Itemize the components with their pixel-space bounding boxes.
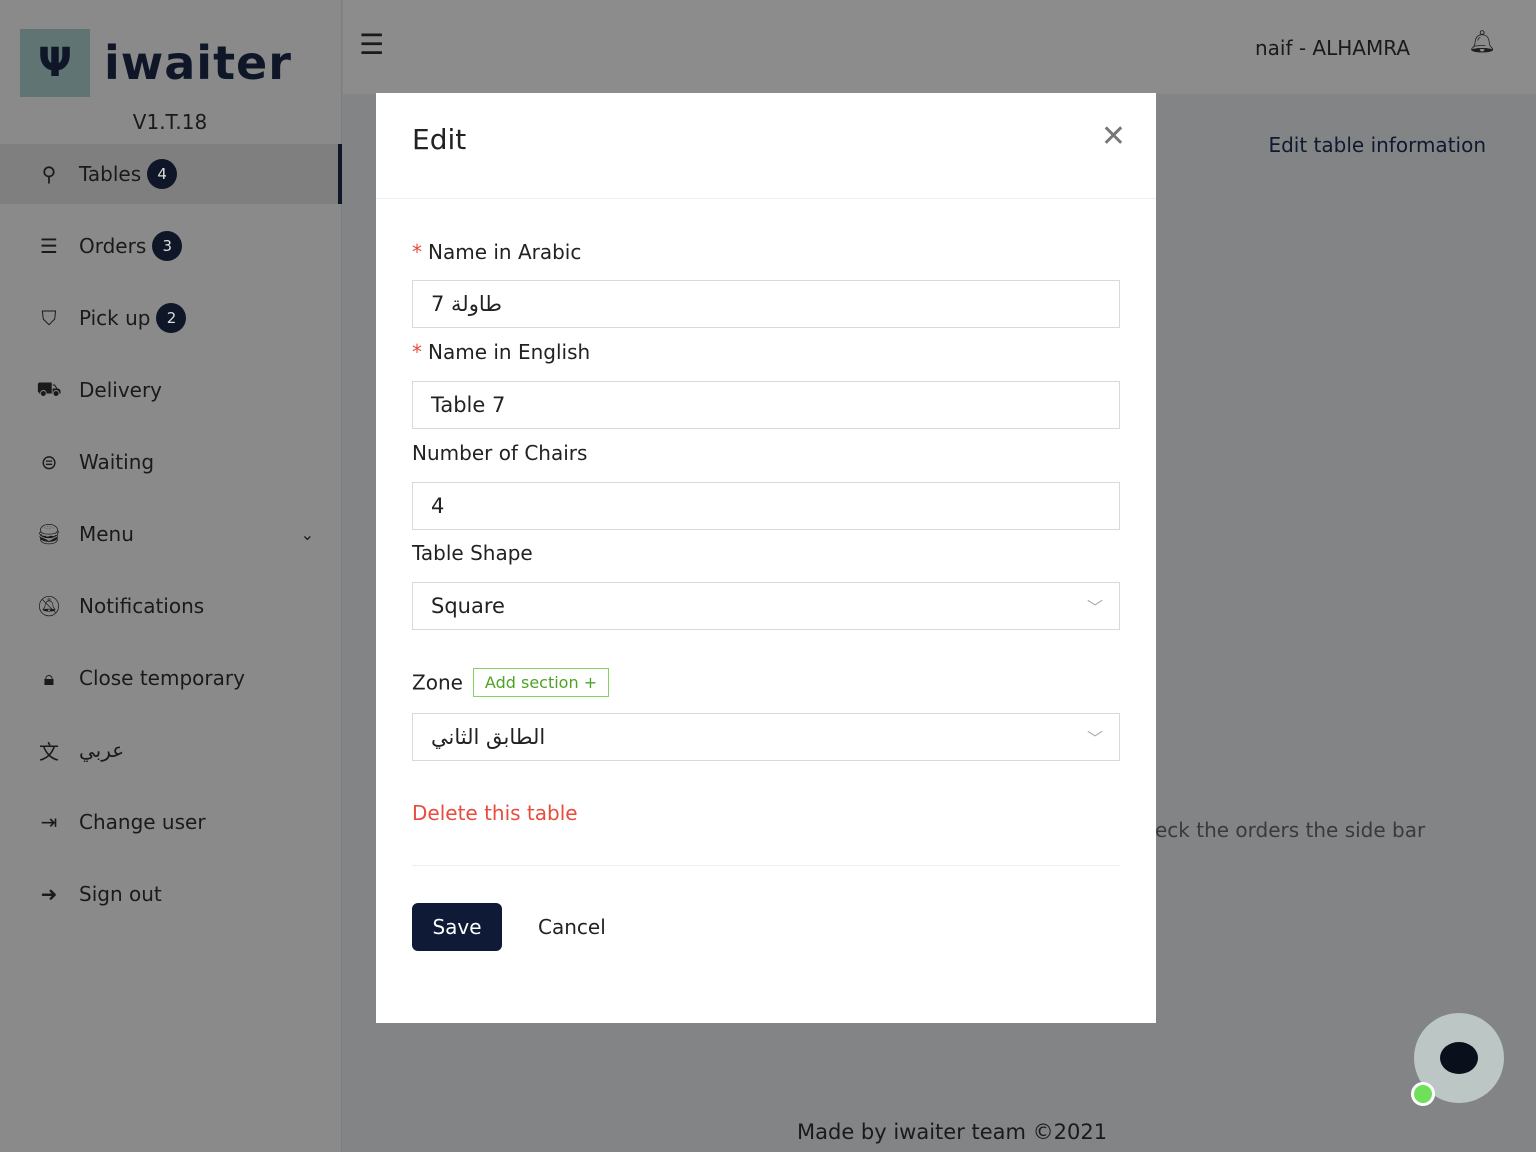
name-ar-label: * Name in Arabic (412, 240, 582, 264)
sidebar-item-label: Pick up (79, 306, 151, 330)
online-indicator (1411, 1082, 1435, 1106)
user-name: naif - ALHAMRA (1254, 36, 1410, 60)
menu-collapse-icon[interactable]: ☰ (359, 28, 384, 61)
name-en-input[interactable]: Table 7 (412, 381, 1120, 429)
sidebar-item-delivery[interactable]: ⛟ Delivery (0, 360, 342, 420)
chevron-down-icon: ⌄ (300, 524, 314, 544)
sidebar-item-close-temporary[interactable]: 🔒︎ Close temporary (0, 648, 342, 708)
close-icon[interactable]: ✕ (1101, 119, 1126, 154)
sidebar-item-pickup[interactable]: ⛉ Pick up 2 (0, 288, 342, 348)
cancel-button[interactable]: Cancel (538, 915, 606, 939)
sidebar: Ψ iwaiter V1.T.18 ⚲ Tables 4 ☰ Orders 3 ⛉ Pic… (0, 0, 342, 1152)
chevron-down-icon: ﹀ (1086, 729, 1103, 748)
header: ☰ naif - ALHAMRA 🔔︎ (343, 0, 1536, 94)
list-icon: ☰ (40, 234, 58, 258)
logo-text: iwaiter (104, 36, 292, 90)
sidebar-item-change-user[interactable]: ⇥ Change user (0, 792, 342, 852)
bell-icon[interactable]: 🔔︎ (1468, 30, 1496, 55)
version: V1.T.18 (132, 110, 208, 134)
sidebar-item-label: Notifications (79, 594, 205, 618)
edit-modal: Edit ✕ * Name in Arabic طاولة 7 * Name in … (376, 93, 1156, 1023)
shape-label: Table Shape (412, 541, 533, 565)
sidebar-item-orders[interactable]: ☰ Orders 3 (0, 216, 342, 276)
sidebar-item-tables[interactable]: ⚲ Tables 4 (0, 144, 342, 204)
modal-header: Edit ✕ (376, 93, 1156, 199)
name-ar-input[interactable]: طاولة 7 (412, 280, 1120, 328)
waiting-list-icon: ⊜ (40, 450, 58, 474)
modal-title: Edit (412, 123, 467, 156)
sidebar-item-label: Orders (79, 234, 147, 258)
sidebar-item-waiting[interactable]: ⊜ Waiting (0, 432, 342, 492)
sidebar-item-language[interactable]: 文 عربي (0, 720, 342, 780)
delete-table-link[interactable]: Delete this table (412, 801, 578, 825)
zone-label: Zone Add section + (412, 668, 610, 697)
food-icon: 🍔︎ (36, 522, 62, 546)
name-en-label: * Name in English (412, 340, 591, 364)
sidebar-item-menu[interactable]: 🍔︎ Menu ⌄ (0, 504, 342, 564)
sidebar-item-label: Delivery (79, 378, 163, 402)
edit-table-info-link[interactable]: Edit table information (1268, 133, 1486, 157)
car-icon: ⛟ (36, 376, 62, 401)
table-icon: ⚲ (41, 162, 57, 186)
chairs-input[interactable]: 4 (412, 482, 1120, 530)
translate-icon: 文 (39, 739, 59, 764)
shape-select[interactable]: Square ﹀ (412, 582, 1120, 630)
bag-icon: ⛉ (41, 306, 57, 330)
save-button[interactable]: Save (412, 903, 502, 951)
zone-select[interactable]: الطابق الثاني ﹀ (412, 713, 1120, 761)
pickup-badge: 2 (156, 303, 187, 333)
bell-off-icon: 🔕︎ (36, 594, 62, 618)
logout-icon: ⇥ (40, 810, 58, 834)
sidebar-item-label: Tables (79, 162, 142, 186)
chevron-down-icon: ﹀ (1086, 598, 1103, 617)
chat-icon (1440, 1042, 1478, 1074)
sidebar-item-label: Sign out (79, 882, 162, 906)
sidebar-item-sign-out[interactable]: ➜ Sign out (0, 864, 342, 924)
sidebar-item-label: Close temporary (79, 666, 245, 690)
logo: Ψ iwaiter (20, 29, 292, 97)
hint-text: eck the orders the side bar (1155, 818, 1426, 842)
lock-icon: 🔒︎ (43, 666, 55, 690)
orders-badge: 3 (152, 231, 183, 261)
sidebar-item-label: عربي (79, 738, 125, 762)
sidebar-item-notifications[interactable]: 🔕︎ Notifications (0, 576, 342, 636)
logo-icon: Ψ (20, 29, 90, 97)
sidebar-item-label: Menu (79, 522, 134, 546)
add-section-button[interactable]: Add section + (472, 668, 610, 697)
chairs-label: Number of Chairs (412, 441, 588, 465)
footer: Made by iwaiter team ©2021 (797, 1120, 1108, 1144)
tables-badge: 4 (147, 159, 178, 189)
divider (412, 865, 1120, 866)
sidebar-item-label: Waiting (79, 450, 155, 474)
sign-out-icon: ➜ (40, 882, 58, 906)
sidebar-item-label: Change user (79, 810, 206, 834)
